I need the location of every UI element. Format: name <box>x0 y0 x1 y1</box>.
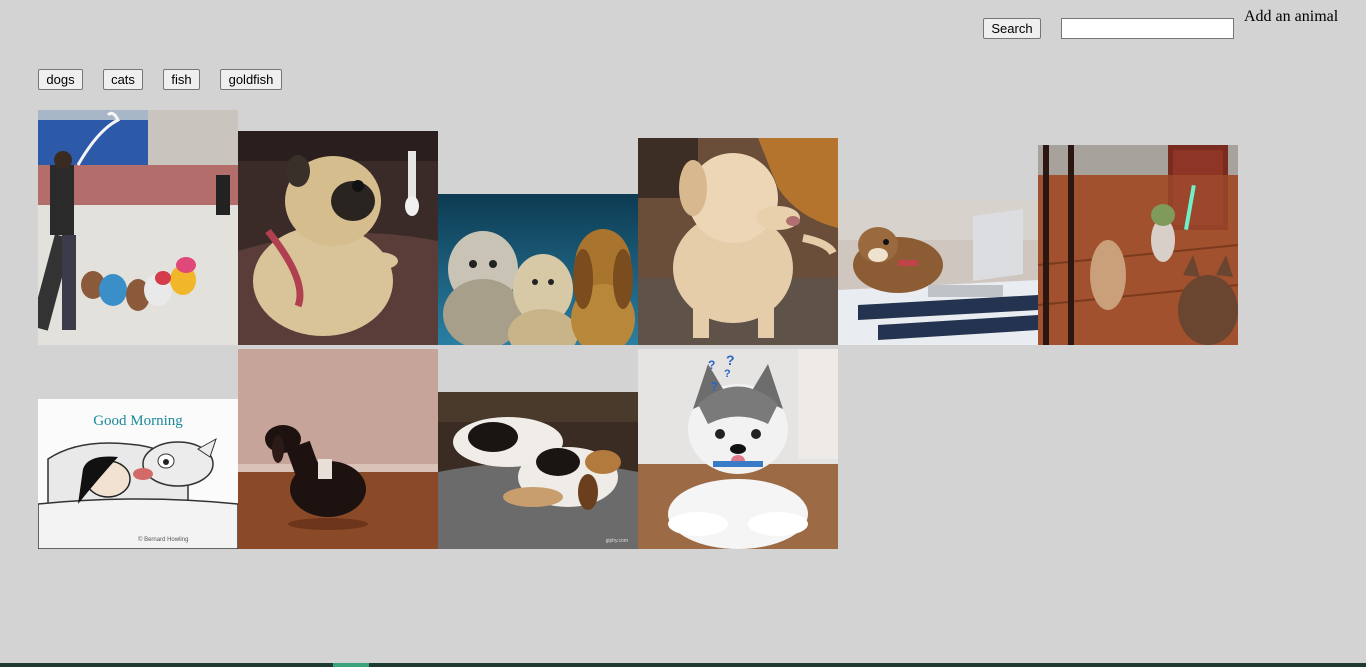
gif-corgi-yoda[interactable] <box>1038 145 1238 345</box>
search-input[interactable] <box>1061 18 1234 39</box>
gif-good-morning-cartoon[interactable]: Good Morning © Bernard Howling <box>38 399 238 549</box>
taskbar-active-indicator <box>333 663 369 667</box>
svg-text:?: ? <box>708 358 715 372</box>
dog-image-icon: Good Morning © Bernard Howling <box>38 399 238 549</box>
filter-button-fish[interactable]: fish <box>163 69 200 90</box>
gif-dachshund-floor[interactable] <box>238 349 438 549</box>
filter-button-dogs[interactable]: dogs <box>38 69 83 90</box>
filter-button-cats[interactable]: cats <box>103 69 143 90</box>
gif-caption: Good Morning <box>93 413 183 429</box>
dog-image-icon: ? ? ? ? <box>638 349 838 549</box>
dog-image-icon <box>438 194 638 345</box>
taskbar-strip <box>0 663 1366 667</box>
gif-shiba-laptop[interactable] <box>838 200 1038 345</box>
gif-husky-question[interactable]: ? ? ? ? <box>638 349 838 549</box>
dog-image-icon <box>238 349 438 549</box>
svg-text:?: ? <box>724 368 731 380</box>
add-animal-label: Add an animal <box>1244 8 1339 25</box>
dog-image-icon <box>38 110 238 345</box>
gif-labrador-yellow[interactable] <box>638 138 838 345</box>
page: Search Add an animal dogs cats fish gold… <box>0 0 1366 667</box>
dog-image-icon <box>238 131 438 345</box>
gif-basset-sleeping[interactable]: giphy.com <box>438 392 638 549</box>
gif-three-dogs-group[interactable] <box>438 194 638 345</box>
svg-text:?: ? <box>726 352 735 368</box>
dog-image-icon <box>1038 145 1238 345</box>
search-button[interactable]: Search <box>983 18 1041 39</box>
gif-dogs-dancing-street[interactable] <box>38 110 238 345</box>
dog-image-icon <box>638 138 838 345</box>
dog-image-icon <box>838 200 1038 345</box>
gif-pug-on-couch[interactable] <box>238 131 438 345</box>
filter-button-goldfish[interactable]: goldfish <box>220 69 282 90</box>
gif-watermark: giphy.com <box>606 538 628 544</box>
gif-signature: © Bernard Howling <box>138 536 188 543</box>
svg-text:?: ? <box>710 379 718 394</box>
dog-image-icon: giphy.com <box>438 392 638 549</box>
